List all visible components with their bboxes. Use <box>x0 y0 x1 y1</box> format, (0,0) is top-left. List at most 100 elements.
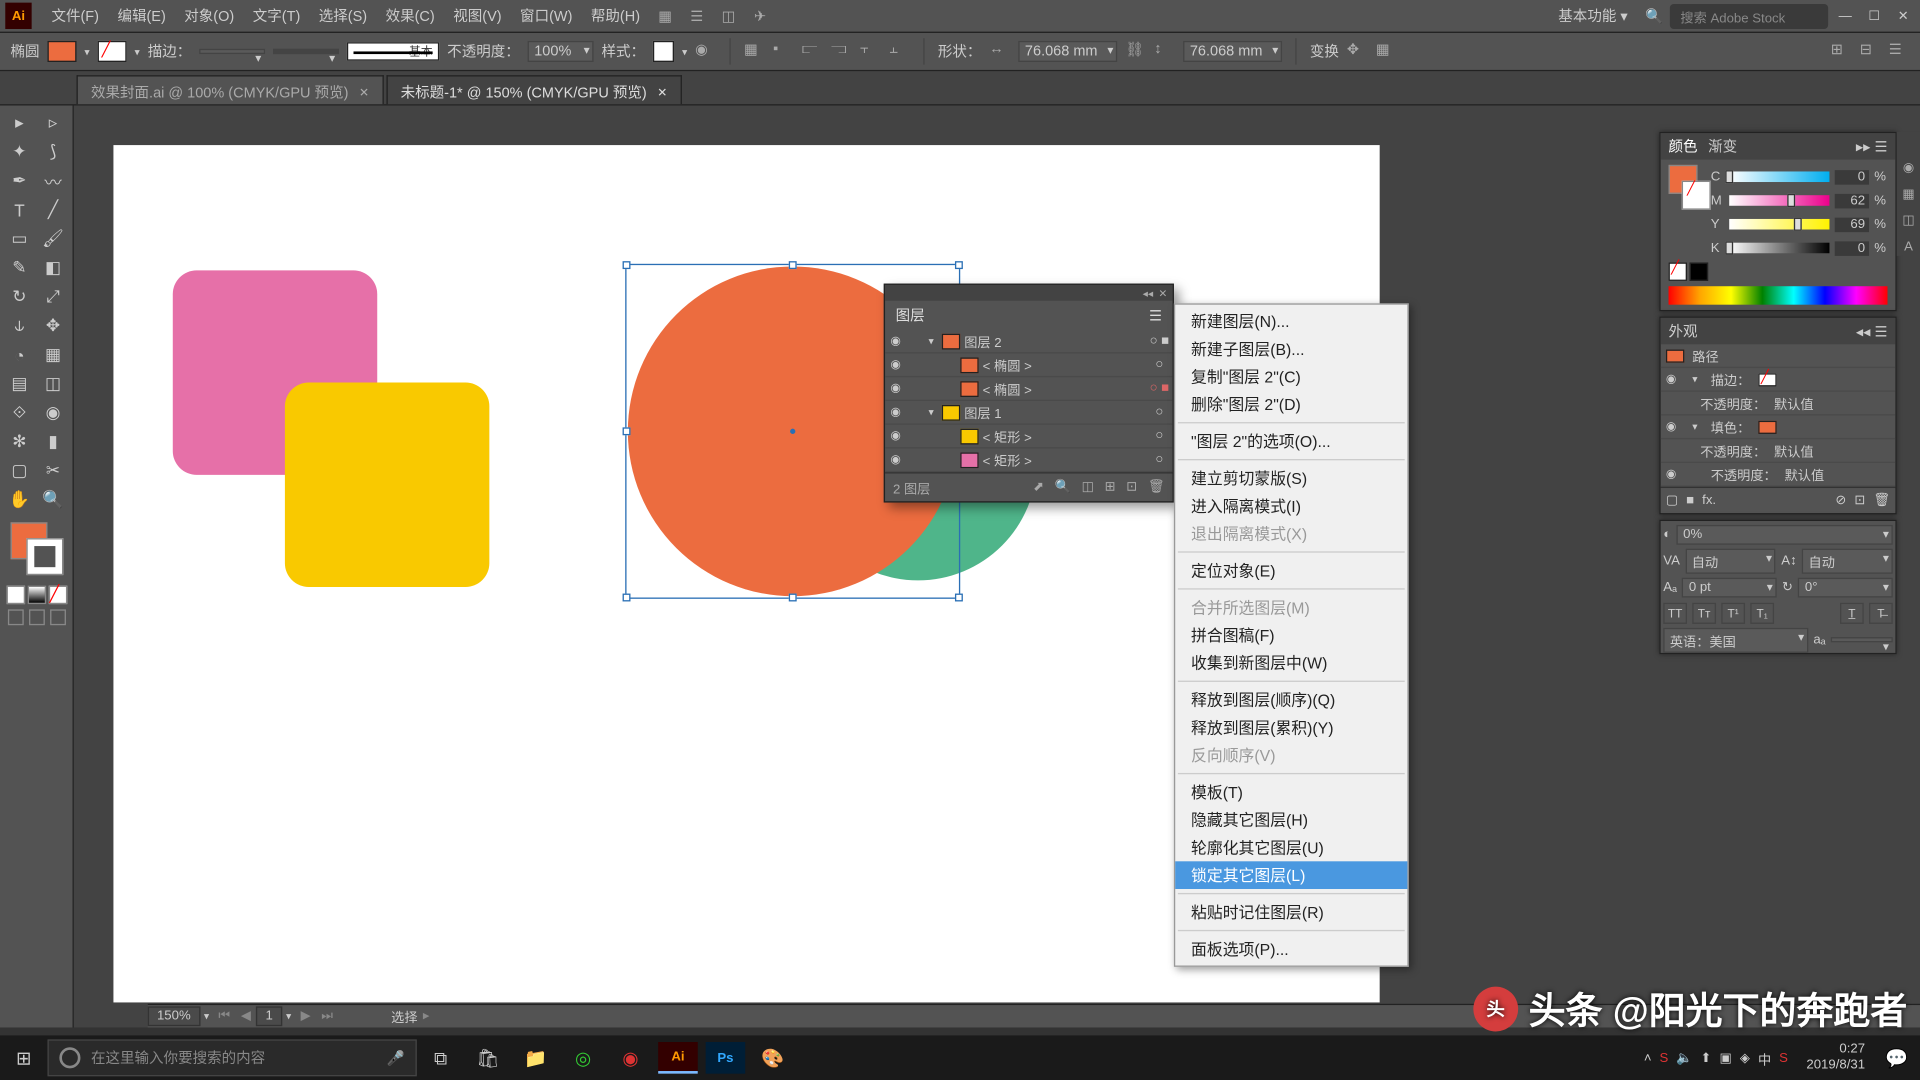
strikethrough-button[interactable]: T̶ <box>1869 603 1893 624</box>
panel-icon[interactable]: ▦ <box>1899 185 1917 203</box>
baseline-dropdown[interactable]: 0 pt <box>1682 577 1776 597</box>
visibility-icon[interactable]: ◉ <box>885 405 906 420</box>
width-input[interactable]: 76.068 mm <box>1018 41 1117 62</box>
layer-name[interactable]: < 椭圆 > <box>983 355 1147 375</box>
fill-stroke-swatch[interactable] <box>10 522 63 575</box>
panel-menu-icon[interactable]: ☰ <box>1149 307 1162 324</box>
toolbar-icon[interactable]: ☰ <box>685 4 709 28</box>
layer-name[interactable]: < 矩形 > <box>983 426 1147 446</box>
context-menu-item[interactable]: 建立剪切蒙版(S) <box>1175 464 1407 492</box>
canvas[interactable]: 150% ▾ ⏮ ◀ 1 ▾ ▶ ⏭ 选择 ▸ <box>74 106 1920 1028</box>
align-icon[interactable]: ⫠ <box>889 41 910 62</box>
draw-behind-icon[interactable] <box>28 609 44 625</box>
visibility-icon[interactable]: ◉ <box>1666 467 1684 482</box>
layer-row[interactable]: ◉< 矩形 >○ <box>885 425 1173 449</box>
visibility-icon[interactable]: ◉ <box>885 452 906 467</box>
panel-menu-icon[interactable]: ▸▸ ☰ <box>1856 138 1888 155</box>
layer-row[interactable]: ◉< 矩形 >○ <box>885 448 1173 472</box>
magic-wand-tool[interactable]: ✦ <box>3 137 37 166</box>
superscript-button[interactable]: T¹ <box>1721 603 1745 624</box>
windows-search-input[interactable]: 在这里输入你要搜索的内容🎤 <box>47 1039 416 1076</box>
menu-view[interactable]: 视图(V) <box>444 5 511 26</box>
photoshop-taskbar-icon[interactable]: Ps <box>706 1042 746 1074</box>
delete-icon[interactable]: 🗑 <box>1873 493 1890 508</box>
start-button[interactable]: ⊞ <box>0 1035 47 1080</box>
pen-tool[interactable]: ✒ <box>3 166 37 195</box>
context-menu-item[interactable]: 轮廓化其它图层(U) <box>1175 834 1407 862</box>
disclosure-icon[interactable]: ▾ <box>925 335 938 347</box>
paintbrush-tool[interactable]: 🖌 <box>36 224 70 253</box>
dropdown-icon[interactable]: ▾ <box>135 46 140 58</box>
minimize-icon[interactable]: — <box>1833 4 1857 28</box>
target-icon[interactable]: ○ <box>1146 429 1172 444</box>
direct-selection-tool[interactable]: ▹ <box>36 108 70 137</box>
symbol-sprayer-tool[interactable]: ✻ <box>3 427 37 456</box>
layer-name[interactable]: 图层 2 <box>964 331 1146 351</box>
language-dropdown[interactable]: 英语：美国 <box>1663 627 1808 652</box>
black-swatch[interactable] <box>1690 262 1708 280</box>
kerning-dropdown[interactable]: 自动 <box>1685 548 1776 573</box>
clip-mask-icon[interactable]: ◫ <box>1082 480 1094 495</box>
draw-inside-icon[interactable] <box>49 609 65 625</box>
panel-icon[interactable]: ◉ <box>1899 158 1917 176</box>
fill-swatch[interactable] <box>47 41 76 62</box>
scale-tool[interactable]: ⤢ <box>36 282 70 311</box>
menu-edit[interactable]: 编辑(E) <box>108 5 175 26</box>
opacity-dropdown[interactable]: 100% <box>528 41 594 62</box>
slice-tool[interactable]: ✂ <box>36 456 70 485</box>
visibility-icon[interactable]: ◉ <box>885 334 906 349</box>
panel-icon[interactable]: ◫ <box>1899 211 1917 229</box>
close-tab-icon[interactable]: ✕ <box>657 85 667 100</box>
artboard-nav[interactable]: 1 <box>256 1006 282 1026</box>
k-value[interactable]: 0 <box>1835 241 1869 256</box>
fill-swatch[interactable] <box>1758 420 1776 433</box>
layers-tab[interactable]: 图层 <box>896 305 925 326</box>
toolbar-icon[interactable]: ◫ <box>717 4 741 28</box>
tray-icon[interactable]: ▣ <box>1720 1051 1732 1066</box>
layer-name[interactable]: < 椭圆 > <box>983 379 1147 399</box>
nav-prev-icon[interactable]: ◀ <box>236 1009 257 1024</box>
graph-tool[interactable]: ▮ <box>36 427 70 456</box>
zoom-dropdown[interactable]: 150% <box>148 1006 200 1026</box>
eraser-tool[interactable]: ◧ <box>36 253 70 282</box>
app-icon[interactable]: ◎ <box>559 1035 606 1080</box>
smallcaps-button[interactable]: Tᴛ <box>1692 603 1716 624</box>
nav-first-icon[interactable]: ⏮ <box>213 1009 235 1024</box>
context-menu-item[interactable]: 收集到新图层中(W) <box>1175 649 1407 677</box>
context-menu-item[interactable]: 释放到图层(顺序)(Q) <box>1175 686 1407 714</box>
app-icon[interactable]: 🎨 <box>749 1035 796 1080</box>
illustrator-taskbar-icon[interactable]: Ai <box>658 1042 698 1074</box>
visibility-icon[interactable]: ◉ <box>1666 419 1684 434</box>
align-icon[interactable]: ▦ <box>744 41 765 62</box>
target-icon[interactable]: ○ ■ <box>1146 381 1172 396</box>
menu-object[interactable]: 对象(O) <box>175 5 243 26</box>
maximize-icon[interactable]: ☐ <box>1862 4 1886 28</box>
context-menu-item[interactable]: 模板(T) <box>1175 778 1407 806</box>
document-tab[interactable]: 未标题-1* @ 150% (CMYK/GPU 预览)✕ <box>386 75 682 104</box>
context-menu-item[interactable]: 面板选项(P)... <box>1175 935 1407 963</box>
new-sublayer-icon[interactable]: ⊞ <box>1105 480 1116 495</box>
tray-icon[interactable]: ◈ <box>1740 1051 1750 1066</box>
dropdown-icon[interactable]: ▾ <box>682 46 687 58</box>
context-menu-item[interactable]: 进入隔离模式(I) <box>1175 492 1407 520</box>
link-icon[interactable]: ⛓ <box>1125 41 1146 62</box>
menu-file[interactable]: 文件(F) <box>42 5 108 26</box>
layer-row[interactable]: ◉▾图层 1○ <box>885 401 1173 425</box>
shape-rect-yellow[interactable] <box>285 383 489 587</box>
c-value[interactable]: 0 <box>1835 169 1869 184</box>
ime-indicator[interactable]: 中 <box>1758 1048 1771 1068</box>
menu-select[interactable]: 选择(S) <box>310 5 377 26</box>
context-menu-item[interactable]: 锁定其它图层(L) <box>1175 861 1407 889</box>
arrange-icon[interactable]: ⊞ <box>1831 41 1852 62</box>
clock[interactable]: 0:272019/8/31 <box>1798 1042 1873 1074</box>
transform-label[interactable]: 变换 <box>1310 41 1339 62</box>
tray-icon[interactable]: 🔈 <box>1676 1051 1692 1066</box>
nav-last-icon[interactable]: ⏭ <box>316 1009 338 1024</box>
close-tab-icon[interactable]: ✕ <box>359 85 369 100</box>
disclosure-icon[interactable]: ▾ <box>925 406 938 418</box>
mic-icon[interactable]: 🎤 <box>387 1049 405 1066</box>
visibility-icon[interactable]: ◉ <box>1666 372 1684 387</box>
add-fill-icon[interactable]: ■ <box>1686 493 1694 508</box>
shape-builder-tool[interactable]: ◔ <box>3 340 37 369</box>
rotation-dropdown[interactable]: 0° <box>1798 577 1892 597</box>
